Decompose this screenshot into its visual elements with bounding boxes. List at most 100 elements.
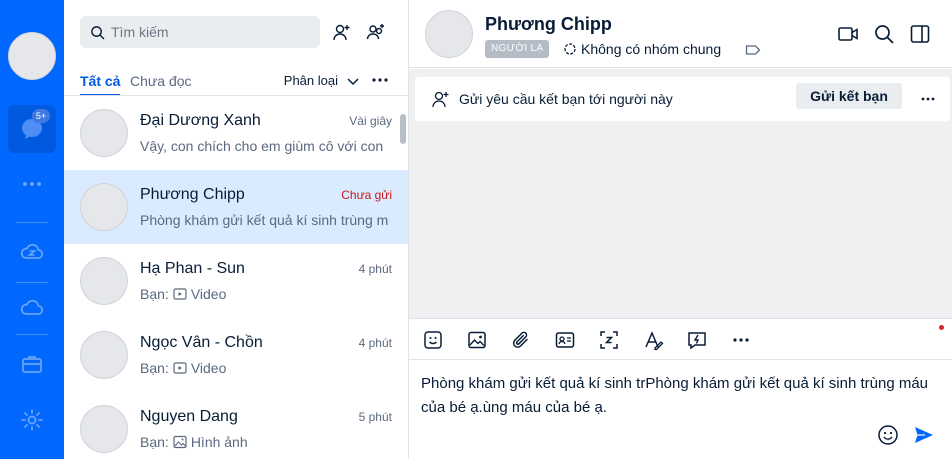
conversation-item[interactable]: Hạ Phan - Sun 4 phút Bạn: Video [64,244,408,318]
preview-prefix: Bạn: [140,286,169,302]
add-friend-button[interactable] [326,16,358,48]
conversation-preview: Bạn: Hình ảnh [140,434,392,450]
cloud-nav-button[interactable] [8,284,56,332]
more-horizontal-icon [372,78,388,82]
friend-bar-more-button[interactable] [916,87,940,111]
conversation-time: 4 phút [358,262,392,276]
text-format-icon [645,331,664,351]
preview-text: Hình ảnh [190,434,248,450]
video-icon [173,362,187,374]
toggle-info-panel-button[interactable] [906,20,934,48]
tab-unread[interactable]: Chưa đọc [130,73,192,89]
conversation-tabs: Tất cả Chưa đọc Phân loại [80,64,392,96]
message-input[interactable]: Phòng khám gửi kết quả kí sinh trPhòng k… [421,372,941,420]
sticker-button[interactable] [419,327,447,353]
screenshot-icon [600,331,618,349]
avatar [80,331,128,379]
contact-card-icon [555,332,575,348]
search-icon [91,25,105,39]
preview-prefix: Bạn: [140,360,169,376]
search-input[interactable] [111,24,311,40]
unread-badge: 5+ [32,109,50,123]
conversation-preview: Phòng khám gửi kết quả kí sinh trùng m [140,212,392,228]
preview-prefix: Bạn: [140,434,169,450]
chat-header: Phương Chipp NGƯỜI LẠ Không có nhóm chun… [409,0,952,68]
zcloud-nav-button[interactable] [8,228,56,276]
chevron-down-icon [347,77,359,85]
create-group-button[interactable] [360,16,392,48]
conversation-name: Ngọc Vân - Chồn [140,334,263,351]
send-icon[interactable] [913,424,935,446]
classify-label: Phân loại [283,73,338,88]
rail-divider [16,334,48,335]
friend-request-text: Gửi yêu cầu kết bạn tới người này [459,91,673,107]
messages-nav-button[interactable]: 5+ [8,105,56,153]
add-user-icon [333,24,350,41]
lightning-chat-icon [688,332,706,350]
mutual-groups-info[interactable]: Không có nhóm chung [563,41,721,57]
send-image-button[interactable] [463,327,491,353]
send-contact-card-button[interactable] [551,327,579,353]
toolbox-nav-button[interactable] [8,340,56,388]
notification-dot [939,325,944,330]
user-avatar[interactable] [8,32,56,80]
text-format-button[interactable] [639,327,667,353]
preview-text: Phòng khám gửi kết quả kí sinh trùng m [140,212,389,228]
settings-icon [21,409,43,431]
video-call-button[interactable] [834,20,862,48]
cloud-icon [20,299,44,315]
emoji-icon[interactable] [877,424,899,446]
conversation-list-panel: Tất cả Chưa đọc Phân loại Đại Dương Xanh… [64,0,409,459]
mutual-groups-text: Không có nhóm chung [581,41,722,57]
friend-request-bar: Gửi yêu cầu kết bạn tới người này Gửi kế… [415,77,950,121]
sidebar-panel-icon [910,25,930,43]
conversation-time: 5 phút [358,410,392,424]
conversation-item[interactable]: Nguyen Dang 5 phút Bạn: Hình ảnh [64,392,408,459]
rail-divider [16,222,48,223]
list-more-button[interactable] [368,68,392,92]
chat-panel: Phương Chipp NGƯỜI LẠ Không có nhóm chun… [409,0,952,459]
tab-all[interactable]: Tất cả [80,73,120,89]
message-composer[interactable]: Phòng khám gửi kết quả kí sinh trPhòng k… [409,360,952,459]
message-area: Gửi yêu cầu kết bạn tới người này Gửi kế… [409,69,952,318]
label-tag-icon[interactable] [745,43,761,57]
contact-name[interactable]: Phương Chipp [485,14,612,35]
classify-dropdown[interactable]: Phân loại [284,73,360,88]
stranger-badge: NGƯỜI LẠ [485,40,550,58]
settings-nav-button[interactable] [8,396,56,444]
image-icon [173,435,187,449]
avatar [80,183,128,231]
conversation-item[interactable]: Đại Dương Xanh Vài giây Vậy, con chích c… [64,96,408,170]
conversation-preview: Bạn: Video [140,286,392,302]
conversation-time: Chưa gửi [341,188,392,202]
toolbar-more-button[interactable] [727,327,755,353]
conversation-name: Phương Chipp [140,186,245,203]
screenshot-button[interactable] [595,327,623,353]
conversation-time: 4 phút [358,336,392,350]
conversation-item[interactable]: Ngọc Vân - Chồn 4 phút Bạn: Video [64,318,408,392]
more-horizontal-icon [733,338,749,342]
conversation-preview: Bạn: Video [140,360,392,376]
contact-avatar[interactable] [425,10,473,58]
conversation-time: Vài giây [349,114,392,128]
attach-file-button[interactable] [507,327,535,353]
search-messages-button[interactable] [870,20,898,48]
avatar [80,257,128,305]
add-user-icon [432,91,449,108]
more-horizontal-icon [921,97,935,101]
more-horizontal-icon [23,182,41,186]
sticker-icon [424,331,442,349]
list-scrollbar[interactable] [400,114,406,144]
conversation-name: Nguyen Dang [140,408,238,425]
preview-text: Video [190,286,227,302]
search-box[interactable] [80,16,320,48]
send-friend-request-button[interactable]: Gửi kết bạn [796,83,902,109]
rail-divider [16,282,48,283]
search-icon [875,25,894,44]
conversation-item-selected[interactable]: Phương Chipp Chưa gửi Phòng khám gửi kết… [64,170,408,244]
add-group-icon [366,24,384,40]
more-nav-button[interactable] [8,160,56,208]
quick-message-button[interactable] [683,327,711,353]
conversation-preview: Vậy, con chích cho em giùm cô với con [140,138,392,154]
composer-toolbar [409,318,952,360]
